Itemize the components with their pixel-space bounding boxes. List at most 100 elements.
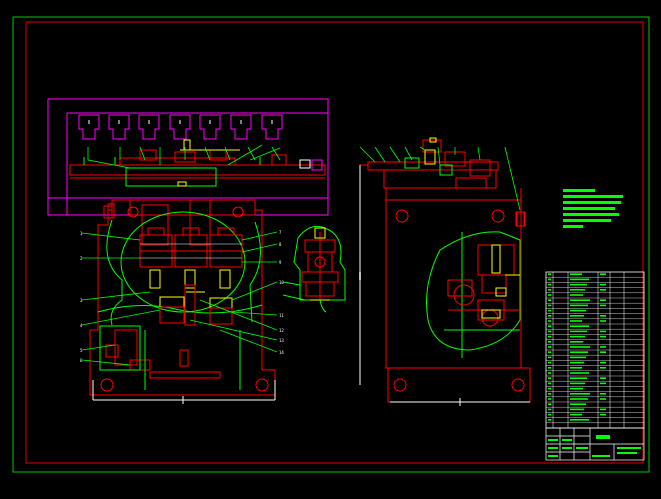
parts-list-cell-mark [570,273,582,275]
svg-text:4: 4 [80,323,83,328]
parts-list-cell-mark [548,335,551,338]
parts-list-cell-mark [548,325,551,327]
parts-list-cell-mark [600,393,606,395]
parts-list-cell-mark [570,419,589,421]
parts-list-cell-mark [570,372,589,374]
parts-list-cell-mark [548,393,551,395]
misc-fasteners [103,205,525,227]
front-tool-stations [78,114,283,140]
parts-list-cell-mark [600,304,606,307]
parts-list-cell-mark [548,419,551,421]
parts-list-cell-mark [548,351,551,353]
parts-list-cell-mark [570,335,585,338]
parts-list-cell-mark [548,403,551,405]
parts-list-cell-mark [548,330,551,333]
svg-text:2: 2 [80,256,83,261]
parts-list-cell-mark [570,387,583,390]
parts-list-cell-mark [548,346,551,348]
parts-list-cell-mark [570,341,583,343]
parts-list-cell-mark [548,304,551,307]
parts-list-cell-mark [600,273,606,275]
parts-list-cell-mark [570,393,590,395]
parts-list-cell-mark [548,289,551,291]
svg-text:1: 1 [80,231,83,236]
svg-text:11: 11 [279,313,284,318]
parts-list-cell-mark [570,304,588,307]
parts-list-cell-mark [600,346,606,348]
parts-list-cell-mark [570,403,586,405]
parts-list-cell-mark [548,341,551,343]
parts-list-cell-mark [548,408,551,411]
parts-list-cell-mark [600,413,606,416]
parts-list-cell-mark [570,330,587,333]
parts-list-cell-mark [600,320,606,322]
svg-text:6: 6 [80,358,83,363]
parts-list-cell-mark [600,361,606,364]
parts-list-cell-mark [570,351,588,353]
parts-list-cell-mark [600,283,606,286]
front-view: 1 2 3 4 5 6 7 8 9 10 11 12 13 14 [47,98,329,404]
technical-notes [563,189,623,228]
svg-text:9: 9 [279,260,282,265]
parts-list-cell-mark [570,283,587,286]
parts-list-cell-mark [600,299,606,301]
parts-list-cell-mark [548,299,551,301]
parts-list-table [545,271,645,429]
parts-list-cell-mark [548,398,551,400]
svg-text:12: 12 [279,328,284,333]
svg-text:14: 14 [279,350,284,355]
parts-list-cell-mark [570,413,582,416]
svg-text:5: 5 [80,348,83,353]
parts-list-cell-mark [570,356,586,359]
parts-list-cell-mark [548,283,551,286]
parts-list-cell-mark [548,377,551,379]
svg-text:13: 13 [279,338,284,343]
parts-list-cell-mark [548,413,551,416]
parts-list-cell-mark [548,367,551,369]
parts-list-cell-mark [548,315,551,317]
parts-list-cell-mark [570,289,585,291]
parts-list-cell-mark [600,382,606,385]
parts-list-cell-mark [548,382,551,385]
parts-list-cell-mark [570,367,582,369]
parts-list-cell-mark [570,398,588,400]
parts-list-cell-mark [600,351,606,353]
cad-drawing-canvas: 1 2 3 4 5 6 7 8 9 10 11 12 13 14 [0,0,661,495]
parts-list-cell-mark [570,361,584,364]
detail-view [282,225,361,313]
parts-list-cell-mark [570,278,589,281]
side-view-body [385,188,531,403]
parts-list-cell-mark [570,299,590,301]
parts-list-cell-mark [570,377,587,379]
side-view [359,137,531,406]
parts-list-cell-mark [570,315,584,317]
parts-list-cell-mark [600,335,606,338]
outer-frame [12,16,650,473]
parts-list-cell-mark [570,309,586,312]
parts-list-cell-mark [548,309,551,312]
front-valve-blocks [139,227,243,268]
svg-text:3: 3 [80,298,83,303]
cad-drawing-svg: 1 2 3 4 5 6 7 8 9 10 11 12 13 14 [12,16,650,473]
parts-list-cell-mark [548,361,551,364]
parts-list-cell-mark [548,273,551,275]
parts-list-cell-mark [600,408,606,411]
parts-list-cell-mark [600,289,606,291]
parts-list-cell-mark [548,320,551,322]
parts-list-cell-mark [600,398,606,400]
parts-list-cell-mark [548,278,551,281]
parts-list-cell-mark [570,382,585,385]
parts-list-cell-mark [570,294,583,296]
parts-list-cell-mark [600,330,606,333]
svg-text:8: 8 [279,242,282,247]
parts-list-cell-mark [548,387,551,390]
parts-list-cell-mark [600,377,606,379]
parts-list-cell-mark [570,408,584,411]
parts-list-cell-mark [548,294,551,296]
svg-text:7: 7 [279,230,282,235]
parts-list-cell-mark [600,315,606,317]
parts-list-cell-mark [600,367,606,369]
parts-list-cell-mark [548,372,551,374]
parts-list-cell-mark [570,325,589,327]
parts-list-cell-mark [570,346,590,348]
